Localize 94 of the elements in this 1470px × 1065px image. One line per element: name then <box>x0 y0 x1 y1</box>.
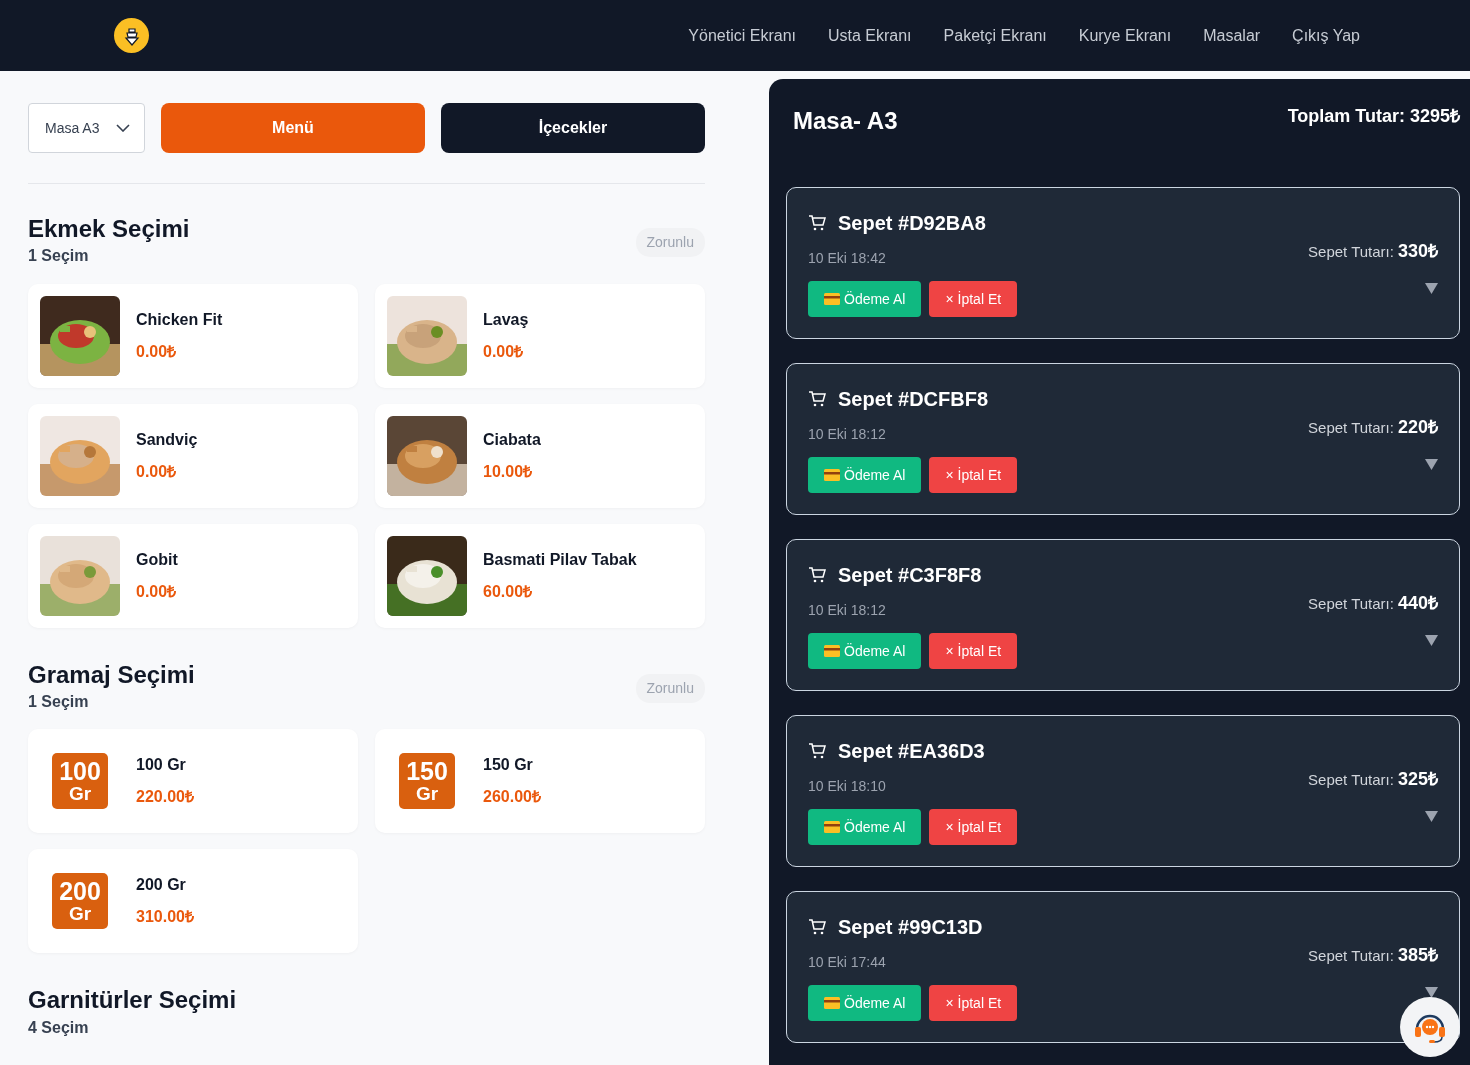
basket-total-label: Sepet Tutarı: <box>1308 947 1394 964</box>
option-price: 310.00₺ <box>136 907 194 928</box>
grand-total: Toplam Tutar: 3295₺ <box>1287 105 1460 128</box>
option-name: 100 Gr <box>136 755 187 776</box>
option-price: 10.00₺ <box>483 461 534 482</box>
basket-total-label: Sepet Tutarı: <box>1308 243 1394 260</box>
basket-total: 220₺ <box>1397 417 1438 437</box>
basket-time: 10 Eki 18:42 <box>808 249 887 268</box>
basket-title: Sepet #EA36D3 <box>838 739 985 764</box>
credit-card-icon <box>824 469 840 481</box>
basket-total: 325₺ <box>1397 769 1438 789</box>
expand-triangle-icon[interactable] <box>1425 635 1438 646</box>
basket-title: Sepet #DCFBF8 <box>838 387 989 412</box>
basket-title: Sepet #C3F8F8 <box>838 563 982 588</box>
category-tab[interactable]: Menü <box>161 103 425 153</box>
section-title: Gramaj Seçimi <box>28 661 195 688</box>
cancel-button[interactable]: × İptal Et <box>929 281 1018 317</box>
basket-title: Sepet #99C13D <box>838 915 983 940</box>
category-tab[interactable]: İçecekler <box>441 103 705 153</box>
option-price: 0.00₺ <box>483 341 525 362</box>
logo-icon <box>114 18 149 53</box>
basket-time: 10 Eki 18:12 <box>808 425 887 444</box>
cart-icon <box>808 567 826 583</box>
option-card[interactable]: Gobit 0.00₺ <box>28 523 358 628</box>
option-card[interactable]: Lavaş 0.00₺ <box>375 283 705 388</box>
section-title: Ekmek Seçimi <box>28 216 190 243</box>
option-price: 220.00₺ <box>136 787 194 808</box>
expand-triangle-icon[interactable] <box>1425 283 1438 294</box>
section-title: Garnitürler Seçimi <box>28 987 237 1014</box>
tile-number: 150 <box>406 759 448 785</box>
cancel-button[interactable]: × İptal Et <box>929 985 1018 1021</box>
expand-triangle-icon[interactable] <box>1425 811 1438 822</box>
chevron-down-icon <box>116 124 130 132</box>
tile-number: 100 <box>59 759 101 785</box>
credit-card-icon <box>824 997 840 1009</box>
option-price: 0.00₺ <box>136 341 178 362</box>
nav-link[interactable]: Paketçi Ekranı <box>943 23 1047 48</box>
selection-count: 4 Seçim <box>28 1017 90 1037</box>
option-name: Lavaş <box>483 309 529 330</box>
option-name: Chicken Fit <box>136 309 223 330</box>
option-name: Basmati Pilav Tabak <box>483 549 637 570</box>
nav-link[interactable]: Usta Ekranı <box>827 23 912 48</box>
option-card[interactable]: Ciabata 10.00₺ <box>375 403 705 508</box>
basket-time: 10 Eki 18:10 <box>808 777 887 796</box>
basket-total: 330₺ <box>1397 241 1438 261</box>
option-card[interactable]: Basmati Pilav Tabak 60.00₺ <box>375 523 705 628</box>
option-name: 150 Gr <box>483 755 534 776</box>
expand-triangle-icon[interactable] <box>1425 987 1438 998</box>
credit-card-icon <box>824 645 840 657</box>
option-card[interactable]: Chicken Fit 0.00₺ <box>28 283 358 388</box>
basket-total: 385₺ <box>1397 945 1438 965</box>
option-price: 60.00₺ <box>483 581 534 602</box>
expand-triangle-icon[interactable] <box>1425 459 1438 470</box>
cart-icon <box>808 919 826 935</box>
option-name: 200 Gr <box>136 875 187 896</box>
cart-icon <box>808 391 826 407</box>
nav-link[interactable]: Kurye Ekranı <box>1078 23 1172 48</box>
basket-time: 10 Eki 18:12 <box>808 601 887 620</box>
tile-unit: Gr <box>415 784 439 804</box>
cart-icon <box>808 743 826 759</box>
nav-link[interactable]: Çıkış Yap <box>1292 23 1360 48</box>
tile-unit: Gr <box>68 904 92 924</box>
cancel-button[interactable]: × İptal Et <box>929 809 1018 845</box>
tile-unit: Gr <box>68 784 92 804</box>
tile-number: 200 <box>59 879 101 905</box>
nav-link[interactable]: Yönetici Ekranı <box>688 23 796 48</box>
option-price: 0.00₺ <box>136 461 178 482</box>
option-name: Sandviç <box>136 429 198 450</box>
credit-card-icon <box>824 293 840 305</box>
option-card[interactable]: 200 Gr 200 Gr 310.00₺ <box>28 849 358 954</box>
required-badge: Zorunlu <box>635 228 705 257</box>
selection-count: 1 Seçim <box>28 691 90 712</box>
cart-icon <box>808 215 826 231</box>
basket-total-label: Sepet Tutarı: <box>1308 771 1394 788</box>
option-name: Ciabata <box>483 429 541 450</box>
option-price: 260.00₺ <box>483 787 541 808</box>
basket-total: 440₺ <box>1397 593 1438 613</box>
basket-total-label: Sepet Tutarı: <box>1308 419 1394 436</box>
table-select[interactable]: Masa A3 <box>28 103 145 153</box>
basket-total-label: Sepet Tutarı: <box>1308 595 1394 612</box>
selection-count: 1 Seçim <box>28 246 90 266</box>
nav-link[interactable]: Masalar <box>1203 23 1261 48</box>
cancel-button[interactable]: × İptal Et <box>929 457 1018 493</box>
credit-card-icon <box>824 821 840 833</box>
option-card[interactable]: Sandviç 0.00₺ <box>28 403 358 508</box>
option-card[interactable]: 100 Gr 100 Gr 220.00₺ <box>28 729 358 834</box>
cancel-button[interactable]: × İptal Et <box>929 633 1018 669</box>
option-price: 0.00₺ <box>136 581 178 602</box>
basket-title: Sepet #D92BA8 <box>838 211 986 236</box>
required-badge: Zorunlu <box>635 673 705 703</box>
option-name: Gobit <box>136 549 178 570</box>
option-card[interactable]: 150 Gr 150 Gr 260.00₺ <box>375 729 705 834</box>
basket-time: 10 Eki 17:44 <box>808 953 887 972</box>
table-title: Masa- A3 <box>792 106 898 136</box>
